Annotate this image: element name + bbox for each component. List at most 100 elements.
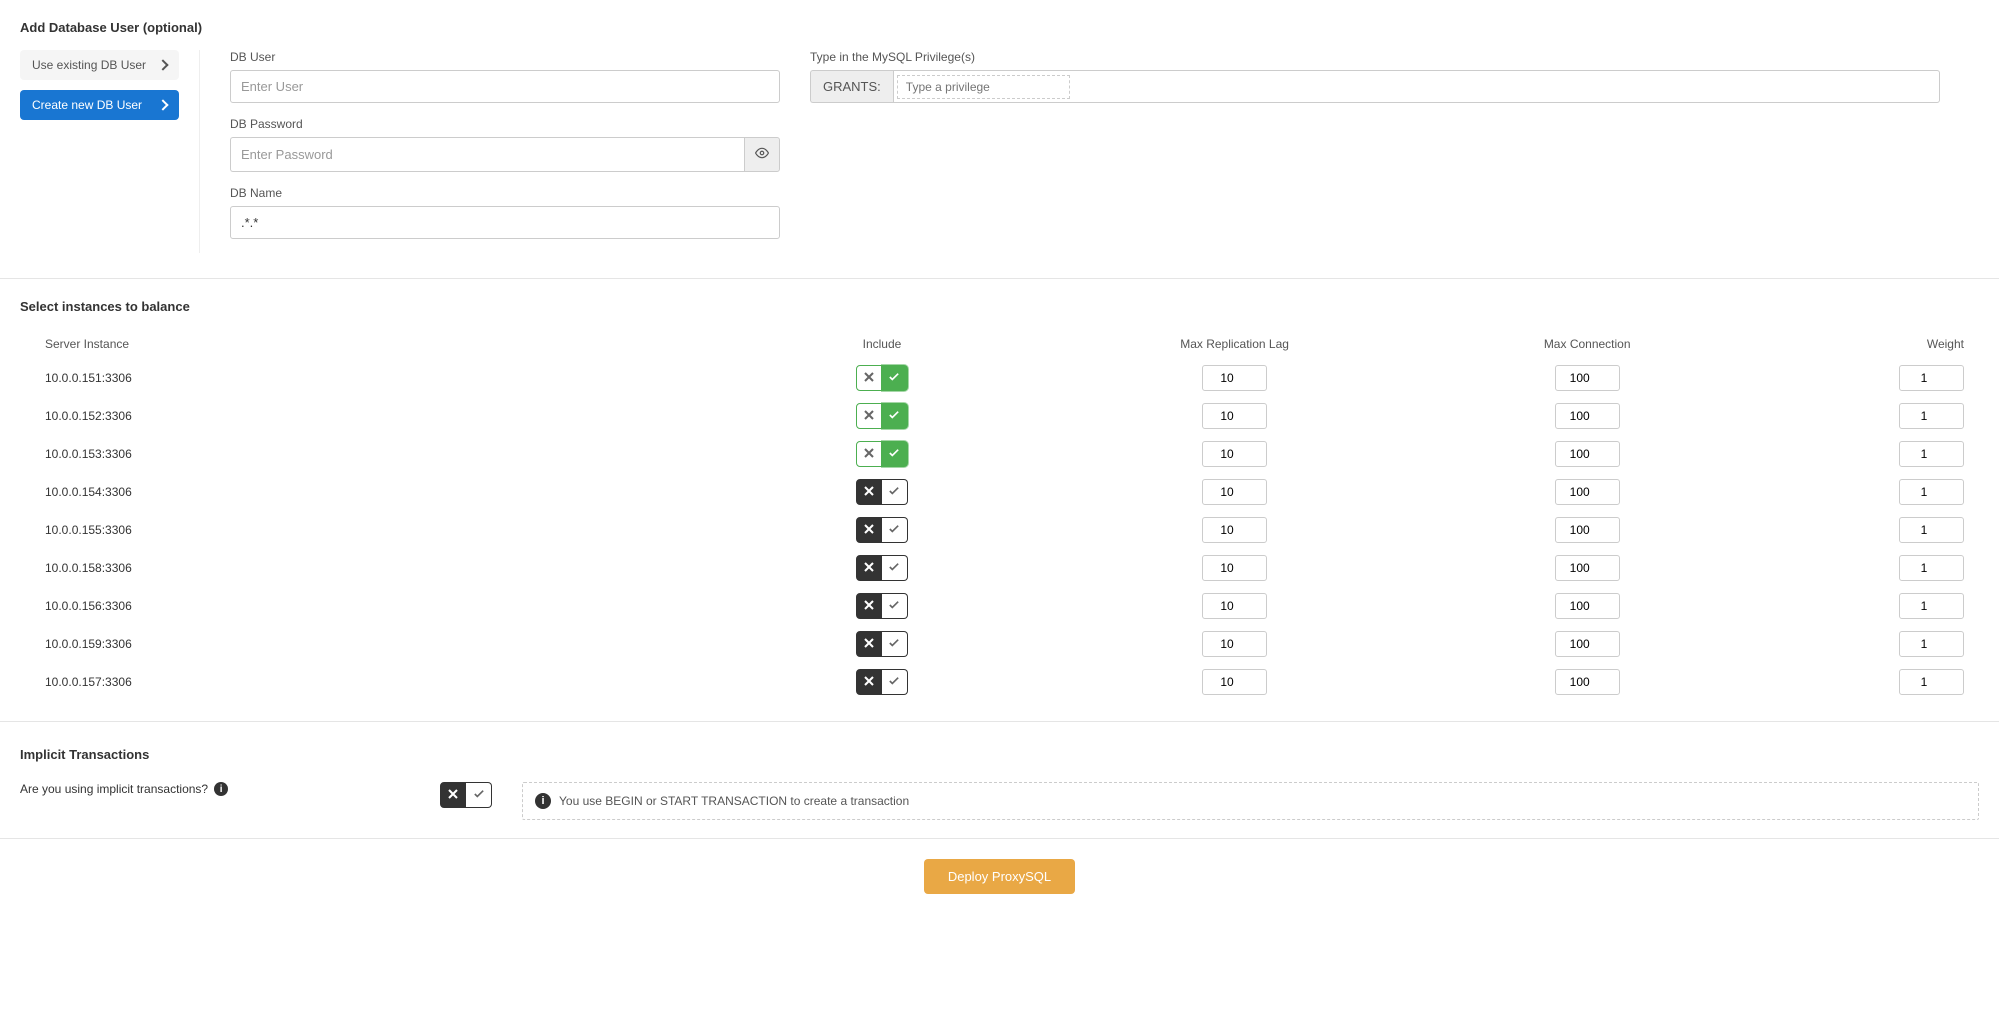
include-button[interactable] — [882, 479, 908, 505]
exclude-button[interactable] — [856, 403, 882, 429]
weight-input[interactable] — [1899, 403, 1964, 429]
use-existing-db-user-button[interactable]: Use existing DB User — [20, 50, 179, 80]
table-row: 10.0.0.152:3306 — [20, 397, 1979, 435]
info-icon: i — [535, 793, 551, 809]
x-icon — [864, 409, 874, 423]
include-button[interactable] — [882, 365, 908, 391]
max-replication-lag-input[interactable] — [1202, 403, 1267, 429]
include-button[interactable] — [882, 631, 908, 657]
check-icon — [889, 409, 899, 423]
db-user-form: DB User DB Password DB Name — [230, 50, 780, 253]
privileges-label: Type in the MySQL Privilege(s) — [810, 50, 1940, 64]
max-connection-input[interactable] — [1555, 669, 1620, 695]
deploy-proxysql-button[interactable]: Deploy ProxySQL — [924, 859, 1075, 894]
max-connection-input[interactable] — [1555, 631, 1620, 657]
include-button[interactable] — [882, 593, 908, 619]
exclude-button[interactable] — [856, 593, 882, 619]
include-button[interactable] — [882, 555, 908, 581]
include-button[interactable] — [882, 441, 908, 467]
exclude-button[interactable] — [856, 669, 882, 695]
include-toggle — [856, 593, 908, 619]
max-replication-lag-input[interactable] — [1202, 365, 1267, 391]
check-icon — [889, 675, 899, 689]
implicit-toggle — [440, 782, 492, 808]
server-instance-cell: 10.0.0.154:3306 — [20, 473, 706, 511]
db-password-input[interactable] — [230, 137, 744, 172]
x-icon — [864, 523, 874, 537]
check-icon — [474, 788, 484, 802]
include-button[interactable] — [882, 403, 908, 429]
max-replication-lag-input[interactable] — [1202, 555, 1267, 581]
include-button[interactable] — [882, 669, 908, 695]
exclude-button[interactable] — [856, 555, 882, 581]
include-toggle — [856, 669, 908, 695]
table-row: 10.0.0.155:3306 — [20, 511, 1979, 549]
include-toggle — [856, 631, 908, 657]
max-connection-input[interactable] — [1555, 479, 1620, 505]
table-row: 10.0.0.151:3306 — [20, 359, 1979, 397]
db-name-input[interactable] — [230, 206, 780, 239]
weight-input[interactable] — [1899, 593, 1964, 619]
max-connection-input[interactable] — [1555, 593, 1620, 619]
table-row: 10.0.0.153:3306 — [20, 435, 1979, 473]
max-replication-lag-input[interactable] — [1202, 631, 1267, 657]
server-instance-cell: 10.0.0.155:3306 — [20, 511, 706, 549]
privilege-input[interactable] — [897, 75, 1070, 99]
table-row: 10.0.0.158:3306 — [20, 549, 1979, 587]
max-replication-lag-input[interactable] — [1202, 593, 1267, 619]
create-new-label: Create new DB User — [32, 98, 142, 112]
check-icon — [889, 523, 899, 537]
table-row: 10.0.0.159:3306 — [20, 625, 1979, 663]
instances-title: Select instances to balance — [20, 299, 1979, 314]
server-instance-cell: 10.0.0.151:3306 — [20, 359, 706, 397]
x-icon — [864, 637, 874, 651]
create-new-db-user-button[interactable]: Create new DB User — [20, 90, 179, 120]
x-icon — [864, 371, 874, 385]
col-conn-header: Max Connection — [1411, 329, 1764, 359]
include-button[interactable] — [882, 517, 908, 543]
max-replication-lag-input[interactable] — [1202, 479, 1267, 505]
implicit-yes-button[interactable] — [466, 782, 492, 808]
weight-input[interactable] — [1899, 441, 1964, 467]
max-connection-input[interactable] — [1555, 517, 1620, 543]
include-toggle — [856, 365, 908, 391]
x-icon — [864, 447, 874, 461]
include-toggle — [856, 517, 908, 543]
implicit-question: Are you using implicit transactions? — [20, 782, 208, 796]
instances-table: Server Instance Include Max Replication … — [20, 329, 1979, 701]
max-connection-input[interactable] — [1555, 441, 1620, 467]
include-toggle — [856, 441, 908, 467]
toggle-password-visibility-button[interactable] — [744, 137, 780, 172]
weight-input[interactable] — [1899, 631, 1964, 657]
exclude-button[interactable] — [856, 631, 882, 657]
x-icon — [448, 788, 458, 802]
db-user-input[interactable] — [230, 70, 780, 103]
col-lag-header: Max Replication Lag — [1058, 329, 1411, 359]
include-toggle — [856, 479, 908, 505]
max-replication-lag-input[interactable] — [1202, 669, 1267, 695]
weight-input[interactable] — [1899, 669, 1964, 695]
info-icon[interactable]: i — [214, 782, 228, 796]
weight-input[interactable] — [1899, 555, 1964, 581]
server-instance-cell: 10.0.0.156:3306 — [20, 587, 706, 625]
weight-input[interactable] — [1899, 479, 1964, 505]
max-connection-input[interactable] — [1555, 555, 1620, 581]
grants-prefix: GRANTS: — [810, 70, 893, 103]
implicit-no-button[interactable] — [440, 782, 466, 808]
server-instance-cell: 10.0.0.152:3306 — [20, 397, 706, 435]
exclude-button[interactable] — [856, 441, 882, 467]
x-icon — [864, 675, 874, 689]
exclude-button[interactable] — [856, 479, 882, 505]
max-replication-lag-input[interactable] — [1202, 441, 1267, 467]
weight-input[interactable] — [1899, 365, 1964, 391]
max-replication-lag-input[interactable] — [1202, 517, 1267, 543]
x-icon — [864, 485, 874, 499]
exclude-button[interactable] — [856, 365, 882, 391]
max-connection-input[interactable] — [1555, 365, 1620, 391]
chevron-right-icon — [157, 99, 168, 110]
weight-input[interactable] — [1899, 517, 1964, 543]
server-instance-cell: 10.0.0.153:3306 — [20, 435, 706, 473]
exclude-button[interactable] — [856, 517, 882, 543]
db-password-label: DB Password — [230, 117, 780, 131]
max-connection-input[interactable] — [1555, 403, 1620, 429]
